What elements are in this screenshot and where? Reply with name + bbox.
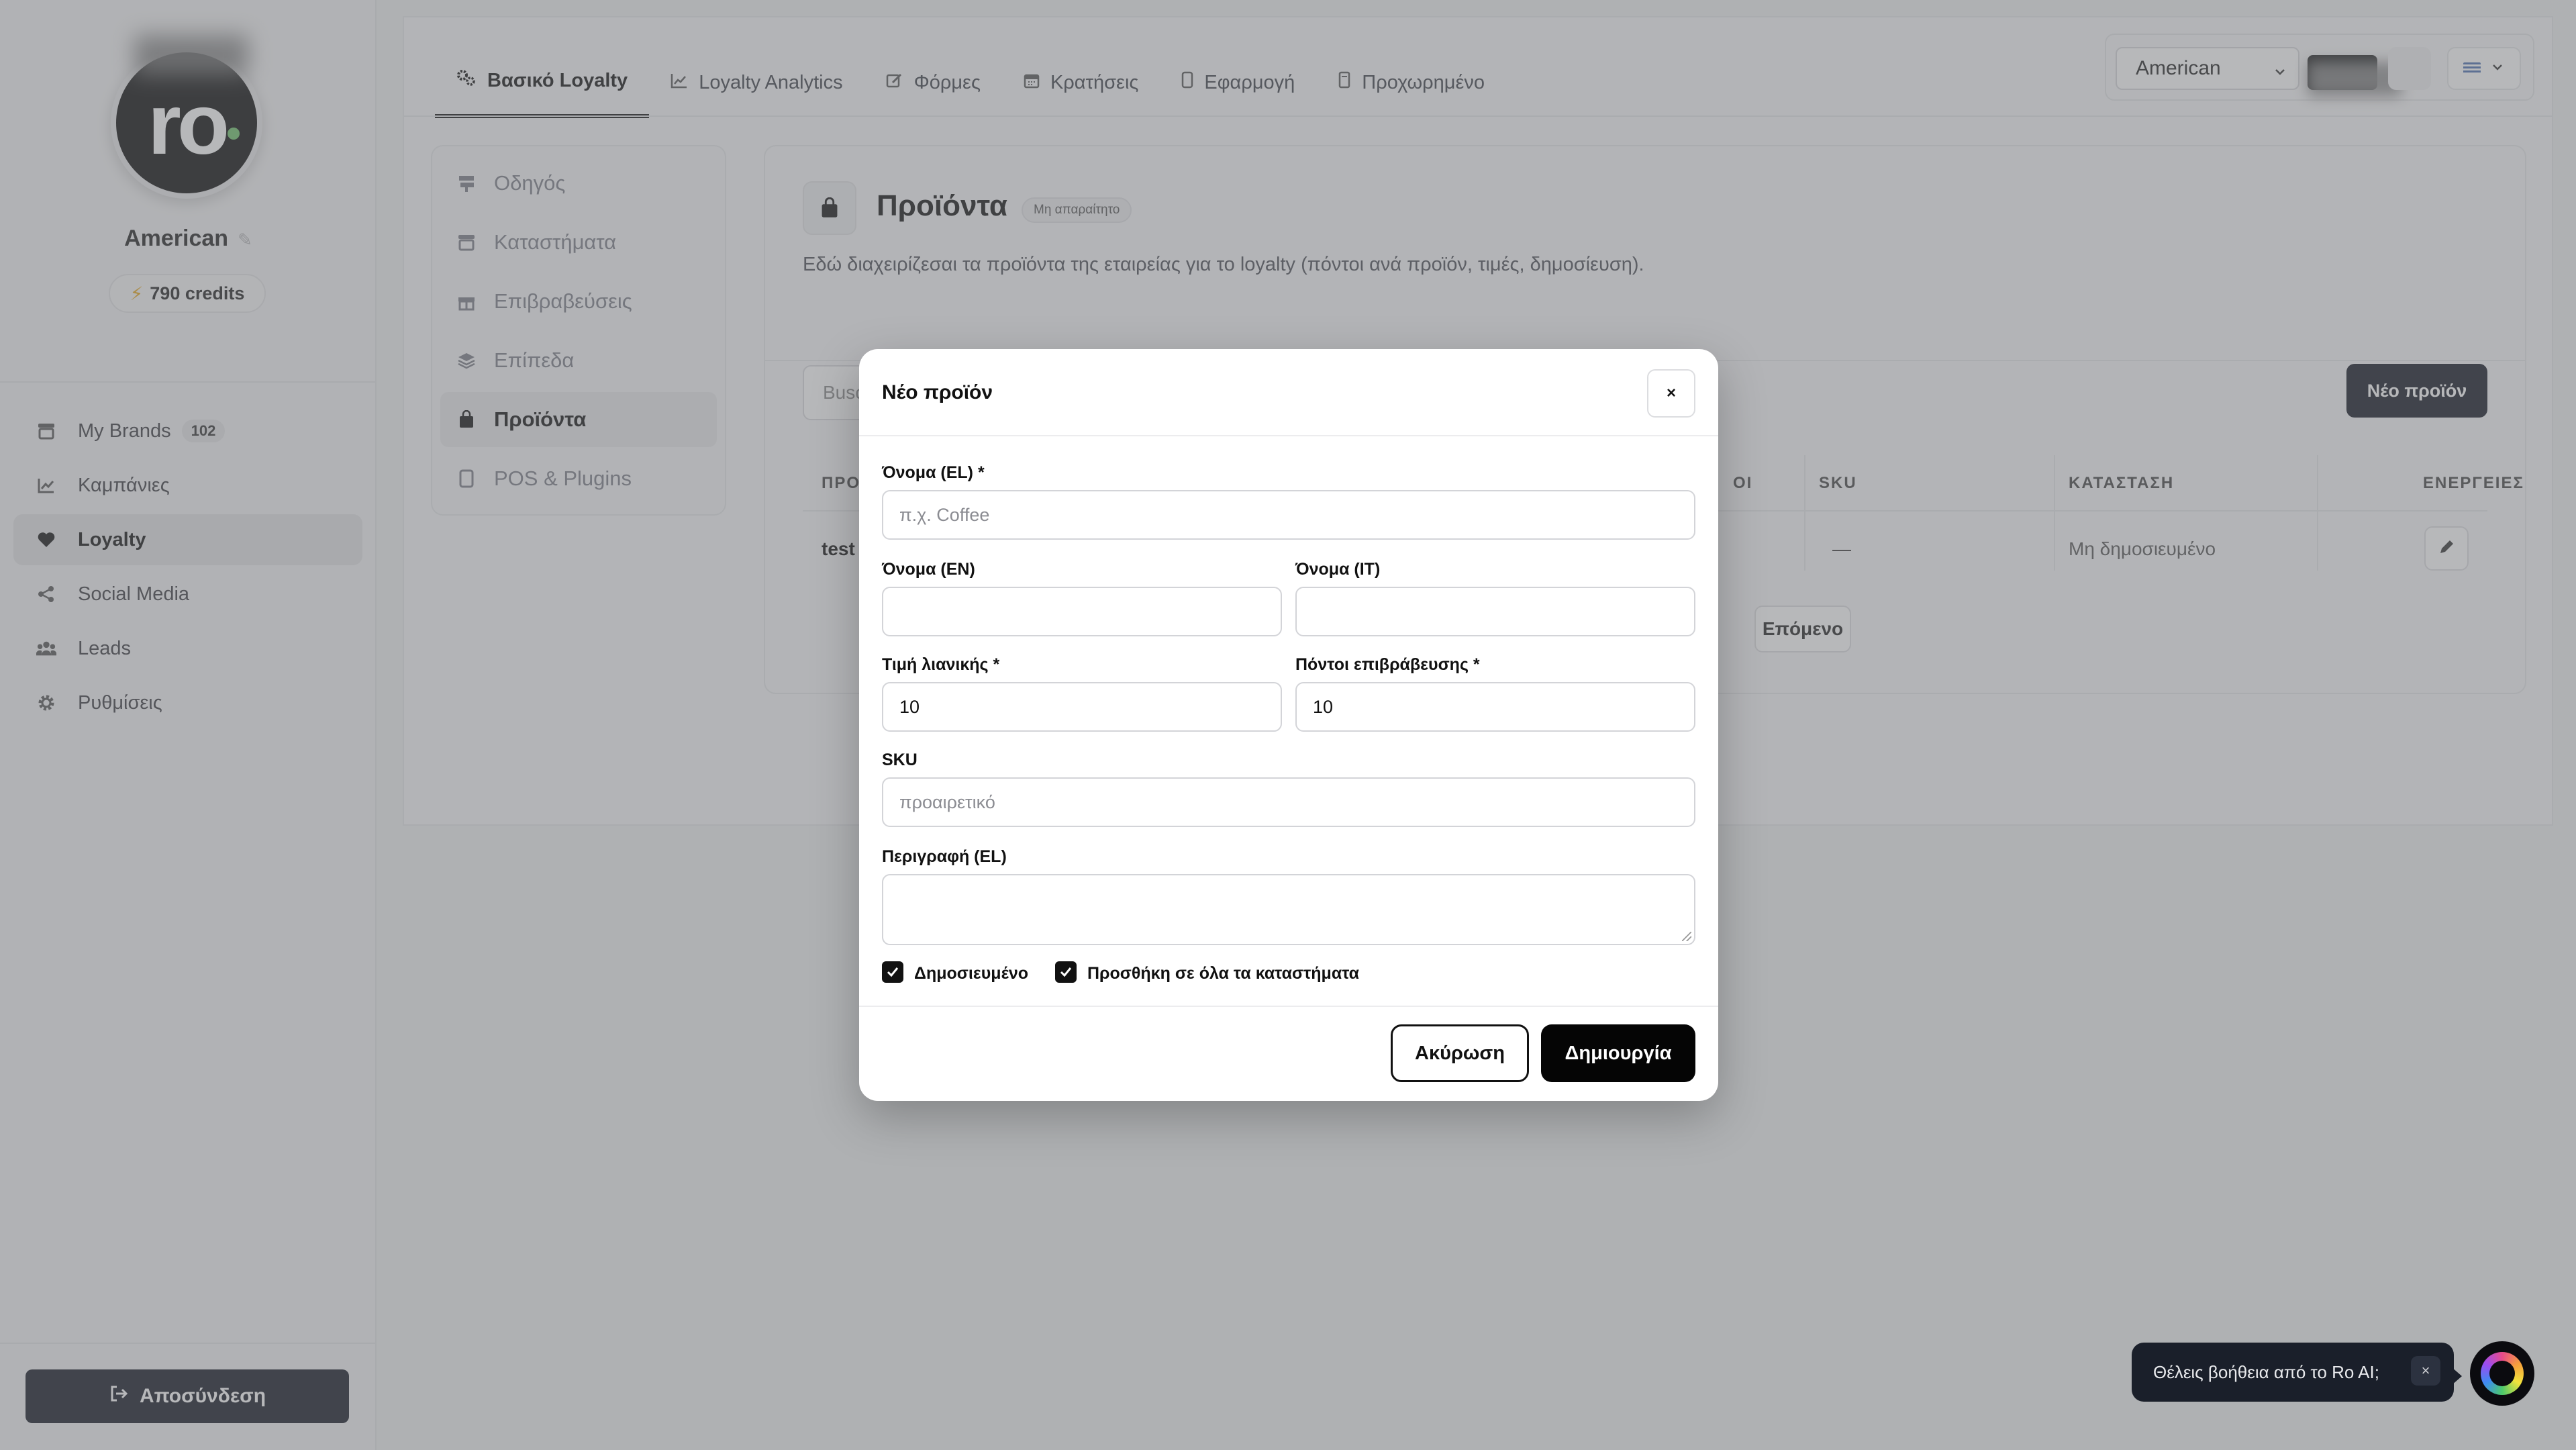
new-product-modal: Νέο προϊόν × Όνομα (EL) * π.χ. Coffee Όν… <box>859 349 1718 1101</box>
check-icon <box>1060 967 1072 977</box>
modal-header: Νέο προϊόν × <box>859 349 1718 436</box>
price-label: Τιμή λιανικής * <box>882 655 1000 674</box>
name-en-label: Όνομα (EN) <box>882 560 975 579</box>
ai-help-message: Θέλεις βοήθεια από το Ro AI; <box>2153 1361 2379 1382</box>
modal-footer-divider <box>859 1006 1718 1007</box>
description-label: Περιγραφή (EL) <box>882 847 1007 866</box>
name-el-input[interactable]: π.χ. Coffee <box>882 490 1695 540</box>
create-button[interactable]: Δημιουργία <box>1541 1024 1695 1082</box>
sku-input[interactable]: προαιρετικό <box>882 777 1695 827</box>
published-checkbox[interactable] <box>882 961 903 983</box>
sku-label: SKU <box>882 751 918 769</box>
ai-ring-icon <box>2481 1352 2524 1395</box>
all-stores-label: Προσθήκη σε όλα τα καταστήματα <box>1087 964 1360 983</box>
resize-handle[interactable] <box>1682 932 1691 941</box>
cancel-button[interactable]: Ακύρωση <box>1391 1024 1529 1082</box>
check-icon <box>887 967 899 977</box>
name-it-input[interactable] <box>1295 587 1695 636</box>
points-label: Πόντοι επιβράβευσης * <box>1295 655 1480 674</box>
all-stores-checkbox[interactable] <box>1055 961 1077 983</box>
modal-title: Νέο προϊόν <box>882 381 993 403</box>
close-button[interactable]: × <box>1647 369 1695 418</box>
close-icon[interactable]: × <box>2411 1356 2440 1386</box>
ai-ring-center <box>2489 1361 2515 1386</box>
close-icon: × <box>1666 384 1676 402</box>
name-en-input[interactable] <box>882 587 1282 636</box>
price-input[interactable]: 10 <box>882 682 1282 732</box>
points-input[interactable]: 10 <box>1295 682 1695 732</box>
name-it-label: Όνομα (IT) <box>1295 560 1381 579</box>
bubble-tail <box>2451 1367 2462 1386</box>
ai-assistant-button[interactable] <box>2470 1341 2534 1406</box>
ai-help-bubble[interactable]: Θέλεις βοήθεια από το Ro AI; × <box>2132 1343 2454 1402</box>
published-label: Δημοσιευμένο <box>914 964 1029 983</box>
name-el-label: Όνομα (EL) * <box>882 463 985 482</box>
description-textarea[interactable] <box>882 874 1695 945</box>
